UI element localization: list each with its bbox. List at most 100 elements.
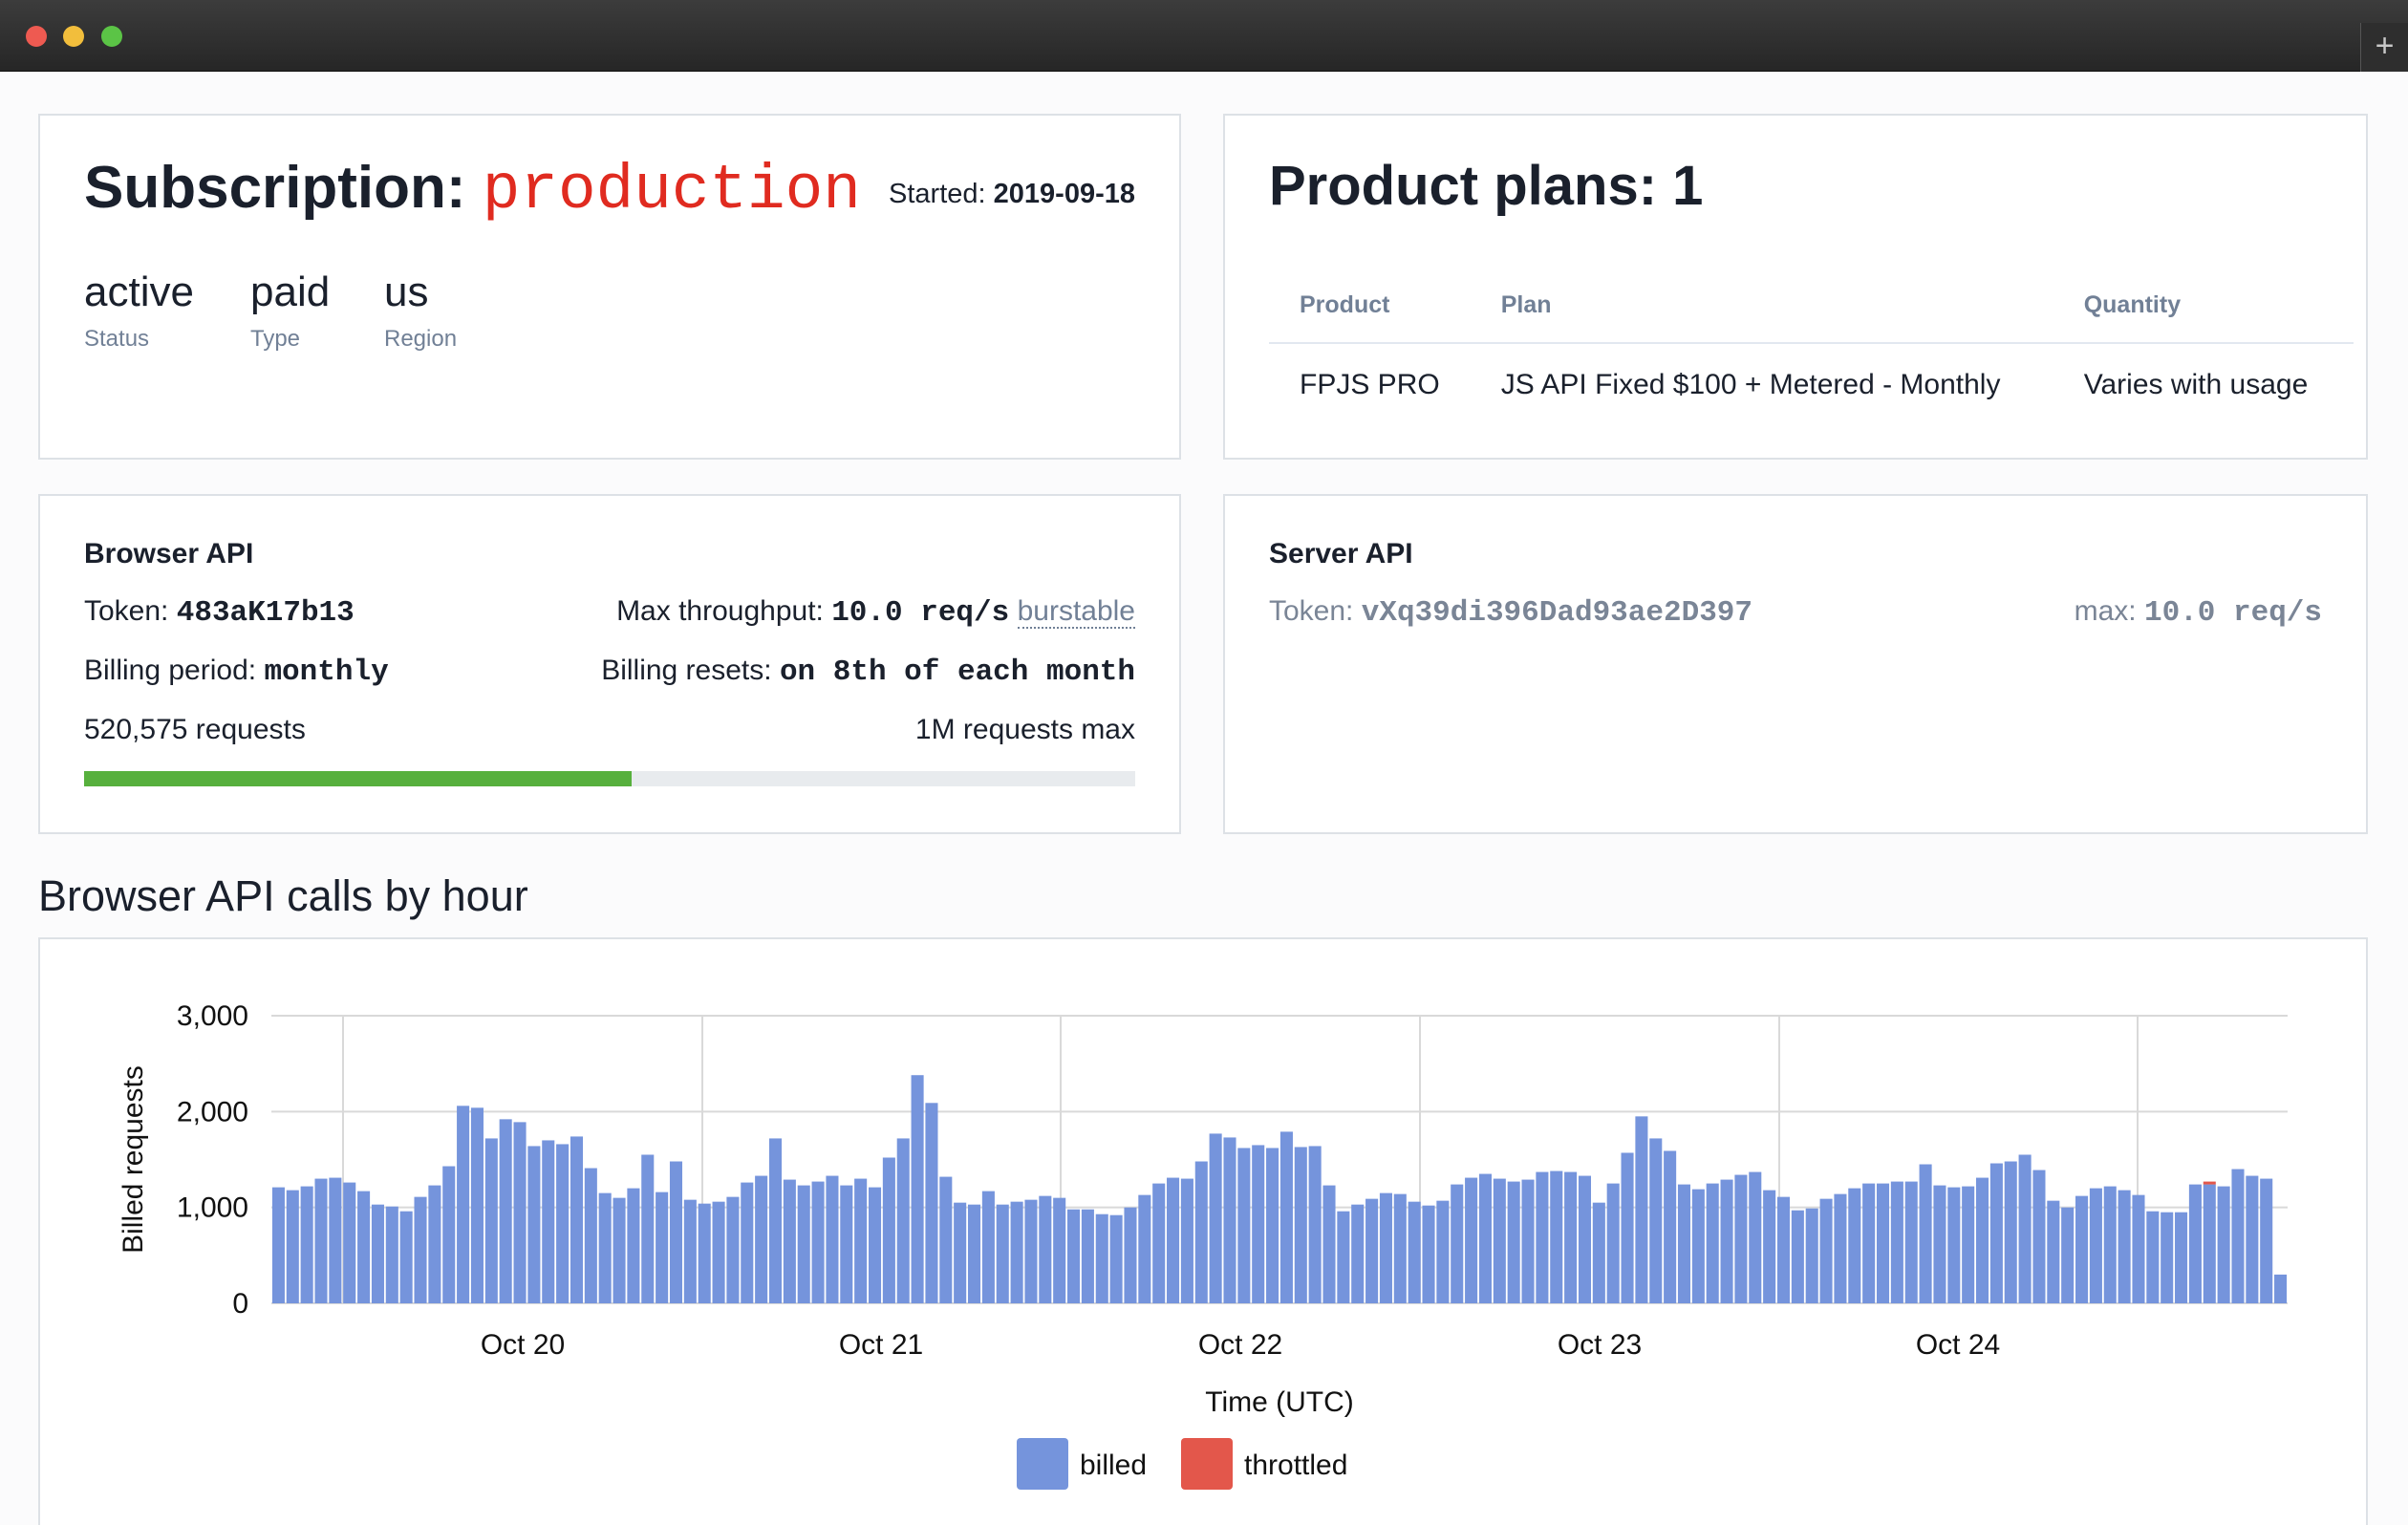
bar-billed: [371, 1204, 384, 1303]
bar-billed: [1592, 1202, 1605, 1303]
legend-label-throttled: throttled: [1244, 1450, 1347, 1481]
bar-billed: [1805, 1208, 1818, 1303]
bar-billed: [1664, 1150, 1677, 1303]
chart-heading: Browser API calls by hour: [38, 871, 528, 920]
billing-resets-label: Billing resets:: [601, 655, 772, 686]
bar-billed: [1294, 1147, 1307, 1303]
bar-billed: [2274, 1274, 2288, 1303]
status-stat: active Status: [84, 268, 194, 353]
browser-api-title: Browser API: [84, 538, 254, 569]
bar-billed: [698, 1203, 711, 1303]
billing-period-value: monthly: [264, 655, 389, 689]
bar-billed: [1365, 1198, 1379, 1303]
max-throughput: Max throughput: 10.0 req/s burstable: [616, 595, 1135, 630]
bar-billed: [797, 1185, 810, 1303]
bar-billed: [1635, 1116, 1648, 1303]
server-token-value: vXq39di396Dad93ae2D397: [1361, 596, 1753, 630]
product-plans-label: Product plans:: [1269, 155, 1658, 217]
bar-billed: [1237, 1148, 1251, 1303]
table-header-row: Product Plan Quantity: [1269, 278, 2354, 344]
started-value: 2019-09-18: [993, 179, 1135, 209]
bar-billed: [826, 1175, 839, 1303]
bar-billed: [840, 1185, 853, 1303]
window-titlebar: +: [0, 0, 2408, 72]
bar-billed: [981, 1191, 995, 1303]
max-throughput-label: Max throughput:: [616, 595, 824, 627]
bar-billed: [1194, 1161, 1208, 1303]
bar-billed: [457, 1106, 470, 1303]
new-tab-button[interactable]: +: [2360, 23, 2408, 72]
chart-card: 0 1,000 2,000 3,000 Oct 20 Oct 21 Oct 22 Oct 23…: [38, 937, 2368, 1525]
bar-billed: [1209, 1133, 1222, 1303]
bar-billed: [1322, 1185, 1336, 1303]
bar-billed: [2061, 1207, 2075, 1303]
bar-billed: [1109, 1214, 1123, 1303]
bar-billed: [428, 1185, 441, 1303]
bar-billed: [1550, 1171, 1563, 1303]
bar-billed: [1677, 1184, 1691, 1303]
billing-resets-value: on 8th of each month: [779, 655, 1135, 689]
bar-billed: [2217, 1186, 2230, 1303]
close-window-button[interactable]: [26, 26, 47, 47]
column-header-product: Product: [1269, 278, 1471, 344]
bar-billed: [399, 1211, 413, 1303]
bar-billed: [1691, 1189, 1705, 1303]
server-max-value: 10.0 req/s: [2143, 596, 2322, 630]
bar-billed: [1451, 1184, 1464, 1303]
bar-billed: [939, 1176, 953, 1303]
legend-swatch-throttled: [1181, 1438, 1233, 1490]
bar-billed: [1067, 1209, 1081, 1303]
started-label: Started:: [889, 179, 986, 209]
bar-billed: [542, 1140, 555, 1303]
server-token-label: Token:: [1269, 595, 1354, 627]
max-throughput-value: 10.0 req/s: [831, 596, 1010, 630]
bar-billed: [286, 1190, 299, 1303]
billing-period-label: Billing period:: [84, 655, 257, 686]
bar-billed: [2089, 1188, 2102, 1303]
started-date: Started: 2019-09-18: [889, 179, 1135, 210]
burstable-link[interactable]: burstable: [1017, 595, 1135, 629]
usage-progress-fill: [84, 771, 632, 786]
bar-billed: [343, 1182, 356, 1303]
bar-billed: [414, 1196, 427, 1303]
bar-billed: [1734, 1174, 1748, 1303]
bar-billed: [1465, 1177, 1478, 1303]
bar-billed: [1621, 1152, 1634, 1303]
bar-billed: [1975, 1177, 1989, 1303]
bar-billed: [669, 1161, 683, 1303]
bar-billed: [768, 1138, 783, 1303]
plan-name-cell: JS API Fixed $100 + Metered - Monthly: [1500, 369, 2001, 400]
bar-billed: [1152, 1183, 1166, 1303]
bar-billed: [584, 1168, 597, 1303]
bar-billed: [868, 1187, 882, 1303]
x-axis-label: Time (UTC): [1205, 1386, 1354, 1418]
bar-billed: [1422, 1205, 1435, 1303]
bar-billed: [1252, 1145, 1265, 1303]
bar-billed: [1408, 1201, 1421, 1303]
bar-billed: [1606, 1183, 1620, 1303]
bar-billed: [2146, 1211, 2160, 1303]
bar-billed: [1862, 1183, 1876, 1303]
bar-billed: [1919, 1164, 1932, 1303]
minimize-window-button[interactable]: [63, 26, 84, 47]
bar-billed: [1791, 1210, 1804, 1303]
bar-billed: [1010, 1201, 1023, 1303]
y-axis-label: Billed requests: [118, 1065, 149, 1254]
bar-billed: [1337, 1211, 1350, 1303]
bar-billed: [314, 1178, 328, 1303]
bar-billed: [996, 1204, 1009, 1303]
subscription-label: Subscription:: [84, 155, 466, 221]
maximize-window-button[interactable]: [101, 26, 122, 47]
bar-billed: [2203, 1184, 2216, 1303]
bar-billed: [1876, 1183, 1890, 1303]
bar-billed: [1393, 1193, 1407, 1303]
x-tick-label: Oct 23: [1558, 1329, 1642, 1361]
bar-billed: [2175, 1212, 2188, 1303]
bar-billed: [1933, 1185, 1946, 1303]
bar-billed: [1095, 1214, 1108, 1303]
subscription-name: production: [482, 155, 861, 226]
type-value: paid: [250, 268, 331, 315]
bar-billed: [613, 1197, 626, 1303]
bar-billed: [726, 1196, 740, 1303]
bar-billed: [357, 1191, 371, 1303]
